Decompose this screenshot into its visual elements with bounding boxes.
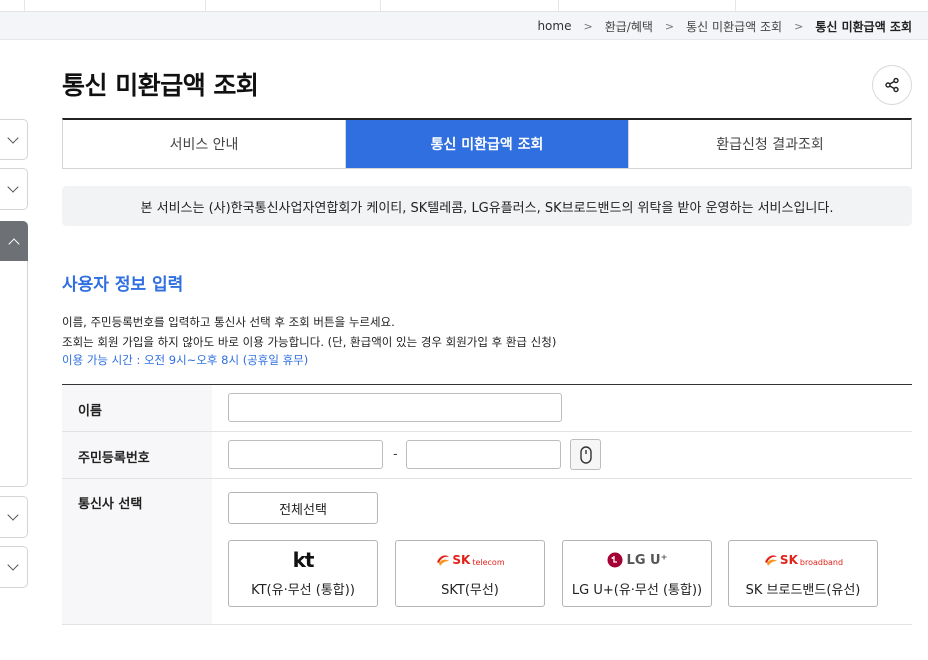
chevron-down-icon (7, 509, 19, 521)
form-row-name: 이름 (62, 385, 912, 432)
sidebar-menu-toggle[interactable] (0, 119, 28, 160)
service-hours: 이용 가능 시간 : 오전 9시~오후 8시 (공휴일 휴무) (62, 353, 309, 367)
carrier-name: LG U+(유·무선 (통합)) (571, 583, 703, 598)
breadcrumb-home-link[interactable]: home (537, 19, 571, 33)
rrn-label: 주민등록번호 (62, 432, 212, 478)
sk-telecom-logo: SK telecom (396, 549, 544, 571)
sidebar-menu-toggle[interactable] (0, 496, 28, 538)
chevron-right-icon: > (794, 19, 804, 33)
top-strip (0, 0, 928, 12)
breadcrumb: home > 환급/혜택 > 통신 미환급액 조회 > 통신 미환급액 조회 (537, 12, 912, 40)
divider (205, 0, 206, 11)
form-row-rrn: 주민등록번호 - (62, 432, 912, 479)
tab-service-info[interactable]: 서비스 안내 (63, 120, 345, 168)
sidebar-menu-toggle[interactable] (0, 546, 28, 588)
divider (558, 0, 559, 11)
secure-keypad-button[interactable] (570, 439, 601, 470)
rrn-separator: - (393, 447, 398, 462)
rrn-back-input[interactable] (406, 440, 561, 469)
carrier-option-skt[interactable]: SK telecom SKT(무선) (395, 540, 545, 607)
rrn-front-input[interactable] (228, 440, 383, 469)
page-title: 통신 미환급액 조회 (62, 71, 259, 100)
divider (380, 0, 381, 11)
carrier-label: 통신사 선택 (62, 479, 212, 624)
lg-uplus-logo: LG U⁺ (563, 549, 711, 571)
sidebar-menu-toggle[interactable] (0, 168, 28, 210)
chevron-down-icon (7, 181, 19, 193)
name-input[interactable] (228, 393, 562, 422)
tab-telecom-refund-lookup[interactable]: 통신 미환급액 조회 (345, 120, 628, 168)
divider (24, 0, 25, 11)
breadcrumb-link-refund[interactable]: 환급/혜택 (605, 18, 653, 35)
carrier-name: SKT(무선) (441, 583, 499, 598)
notice-text: 본 서비스는 (사)한국통신사업자연합회가 케이티, SK텔레콤, LG유플러스… (140, 200, 834, 216)
carrier-name: KT(유·무선 (통합)) (251, 583, 355, 598)
carrier-name: SK 브로드밴드(유선) (745, 583, 861, 598)
share-button[interactable] (872, 65, 912, 105)
instruction-text: 이름, 주민등록번호를 입력하고 통신사 선택 후 조회 버튼을 누르세요. (62, 315, 395, 329)
breadcrumb-current: 통신 미환급액 조회 (815, 19, 912, 34)
breadcrumb-link-telecom[interactable]: 통신 미환급액 조회 (686, 18, 782, 35)
tab-bar: 서비스 안내 통신 미환급액 조회 환급신청 결과조회 (62, 118, 912, 169)
tab-refund-result[interactable]: 환급신청 결과조회 (628, 120, 911, 168)
carrier-option-skb[interactable]: SK broadband SK 브로드밴드(유선) (728, 540, 878, 607)
chevron-right-icon: > (583, 19, 593, 33)
user-info-form: 이름 주민등록번호 - 통신사 선택 전체선택 kt KT(유·무선 (통합))… (62, 384, 912, 625)
divider (735, 0, 736, 11)
carrier-option-lgu[interactable]: LG U⁺ LG U+(유·무선 (통합)) (562, 540, 712, 607)
chevron-down-icon (7, 559, 19, 571)
chevron-up-icon (8, 237, 20, 250)
section-title: 사용자 정보 입력 (62, 275, 184, 295)
secure-keypad-icon (579, 445, 592, 464)
chevron-right-icon: > (664, 19, 675, 33)
service-notice: 본 서비스는 (사)한국통신사업자연합회가 케이티, SK텔레콤, LG유플러스… (62, 186, 912, 226)
kt-logo: kt (292, 548, 315, 572)
select-all-button[interactable]: 전체선택 (228, 492, 378, 524)
sidebar-submenu (0, 261, 28, 487)
form-row-carrier: 통신사 선택 전체선택 kt KT(유·무선 (통합)) SK telecom (62, 479, 912, 625)
sidebar-menu-toggle-open[interactable] (0, 221, 28, 261)
instruction-text: 조회는 회원 가입을 하지 않아도 바로 이용 가능합니다. (단, 환급액이 … (62, 335, 557, 349)
chevron-down-icon (7, 131, 19, 144)
share-icon (885, 77, 899, 93)
name-label: 이름 (62, 385, 212, 431)
breadcrumb-bar: home > 환급/혜택 > 통신 미환급액 조회 > 통신 미환급액 조회 (0, 12, 928, 40)
carrier-option-kt[interactable]: kt KT(유·무선 (통합)) (228, 540, 378, 607)
sk-broadband-logo: SK broadband (729, 549, 877, 571)
